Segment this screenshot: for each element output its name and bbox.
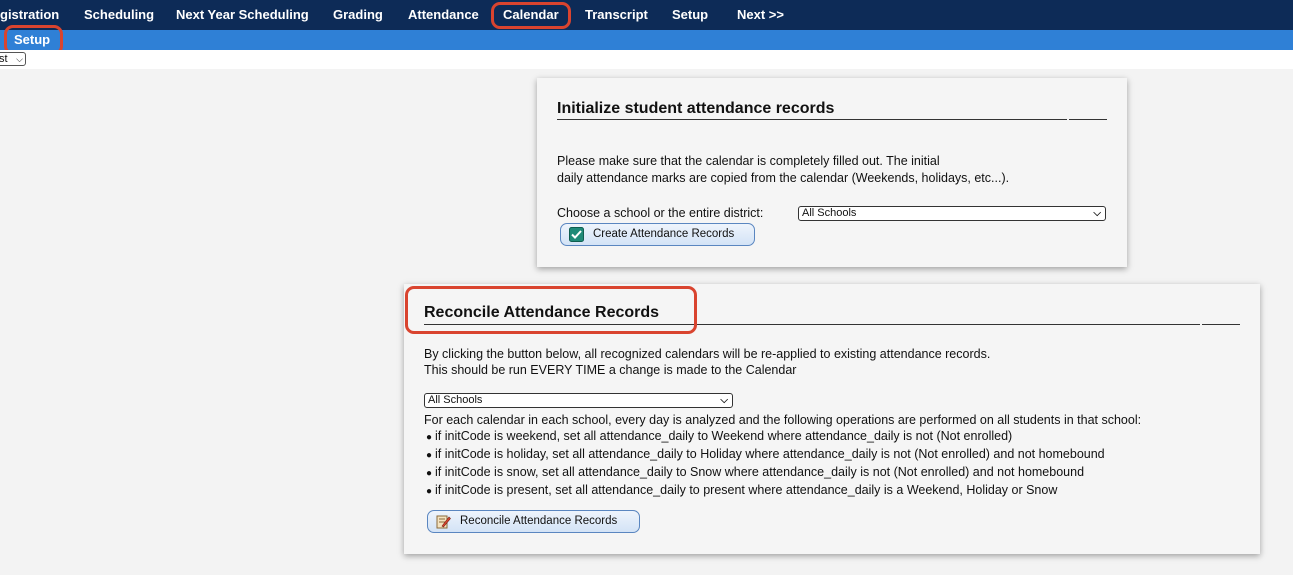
nav-grading[interactable]: Grading [333, 0, 383, 30]
chevron-down-icon: ⌵ [16, 54, 23, 64]
sub-nav: Setup [0, 30, 1293, 50]
init-school-select-value: All Schools [802, 207, 857, 219]
bullet-icon: ● [426, 486, 433, 497]
notepad-pencil-icon [436, 514, 451, 529]
nav-calendar[interactable]: Calendar [503, 0, 559, 30]
initialize-text-1: Please make sure that the calendar is co… [557, 154, 940, 168]
subnav-setup[interactable]: Setup [14, 30, 50, 50]
initialize-card: Initialize student attendance records Pl… [537, 78, 1127, 267]
bullet-icon: ● [426, 450, 433, 461]
reconcile-card: Reconcile Attendance Records By clicking… [404, 284, 1260, 554]
reconcile-card-title: Reconcile Attendance Records [424, 304, 660, 321]
nav-next[interactable]: Next >> [737, 0, 784, 30]
title-rule [557, 119, 1067, 120]
choose-school-label: Choose a school or the entire district: [557, 206, 764, 220]
chevron-down-icon: ⌵ [1093, 208, 1101, 219]
nav-scheduling[interactable]: Scheduling [84, 0, 154, 30]
nav-attendance[interactable]: Attendance [408, 0, 479, 30]
list-item: ● if initCode is holiday, set all attenda… [426, 446, 1105, 464]
chevron-down-icon: ⌵ [720, 395, 728, 406]
reconcile-school-select-value: All Schools [428, 394, 483, 406]
reconcile-text-2: This should be run EVERY TIME a change i… [424, 363, 797, 377]
title-rule-short [1202, 324, 1240, 325]
list-item: ● if initCode is weekend, set all attenda… [426, 428, 1105, 446]
nav-next-year-scheduling[interactable]: Next Year Scheduling [176, 0, 309, 30]
reconcile-school-select[interactable]: All Schools ⌵ [424, 393, 733, 408]
operations-list: ● if initCode is weekend, set all attenda… [426, 428, 1105, 500]
create-attendance-records-label: Create Attendance Records [593, 228, 735, 240]
create-attendance-records-button[interactable]: Create Attendance Records [560, 223, 755, 246]
nav-registration[interactable]: gistration [0, 0, 59, 30]
nav-setup[interactable]: Setup [672, 0, 708, 30]
title-rule-short [1069, 119, 1107, 120]
bullet-icon: ● [426, 468, 433, 479]
reconcile-attendance-records-label: Reconcile Attendance Records [460, 515, 618, 527]
list-item: ● if initCode is present, set all attenda… [426, 482, 1105, 500]
initialize-card-title: Initialize student attendance records [557, 100, 835, 117]
view-select[interactable]: st ⌵ [0, 52, 26, 66]
reconcile-attendance-records-button[interactable]: Reconcile Attendance Records [427, 510, 640, 533]
initialize-text-2: daily attendance marks are copied from t… [557, 171, 1010, 185]
nav-transcript[interactable]: Transcript [585, 0, 648, 30]
bullet-icon: ● [426, 432, 433, 443]
toolbar-strip [0, 50, 1293, 69]
reconcile-intro: For each calendar in each school, every … [424, 413, 1142, 427]
init-school-select[interactable]: All Schools ⌵ [798, 206, 1106, 221]
top-nav: gistration Scheduling Next Year Scheduli… [0, 0, 1293, 30]
checkbox-check-icon [569, 227, 584, 242]
title-rule [424, 324, 1200, 325]
list-item: ● if initCode is snow, set all attendance… [426, 464, 1105, 482]
view-select-value: st [0, 53, 8, 65]
reconcile-text-1: By clicking the button below, all recogn… [424, 347, 991, 361]
